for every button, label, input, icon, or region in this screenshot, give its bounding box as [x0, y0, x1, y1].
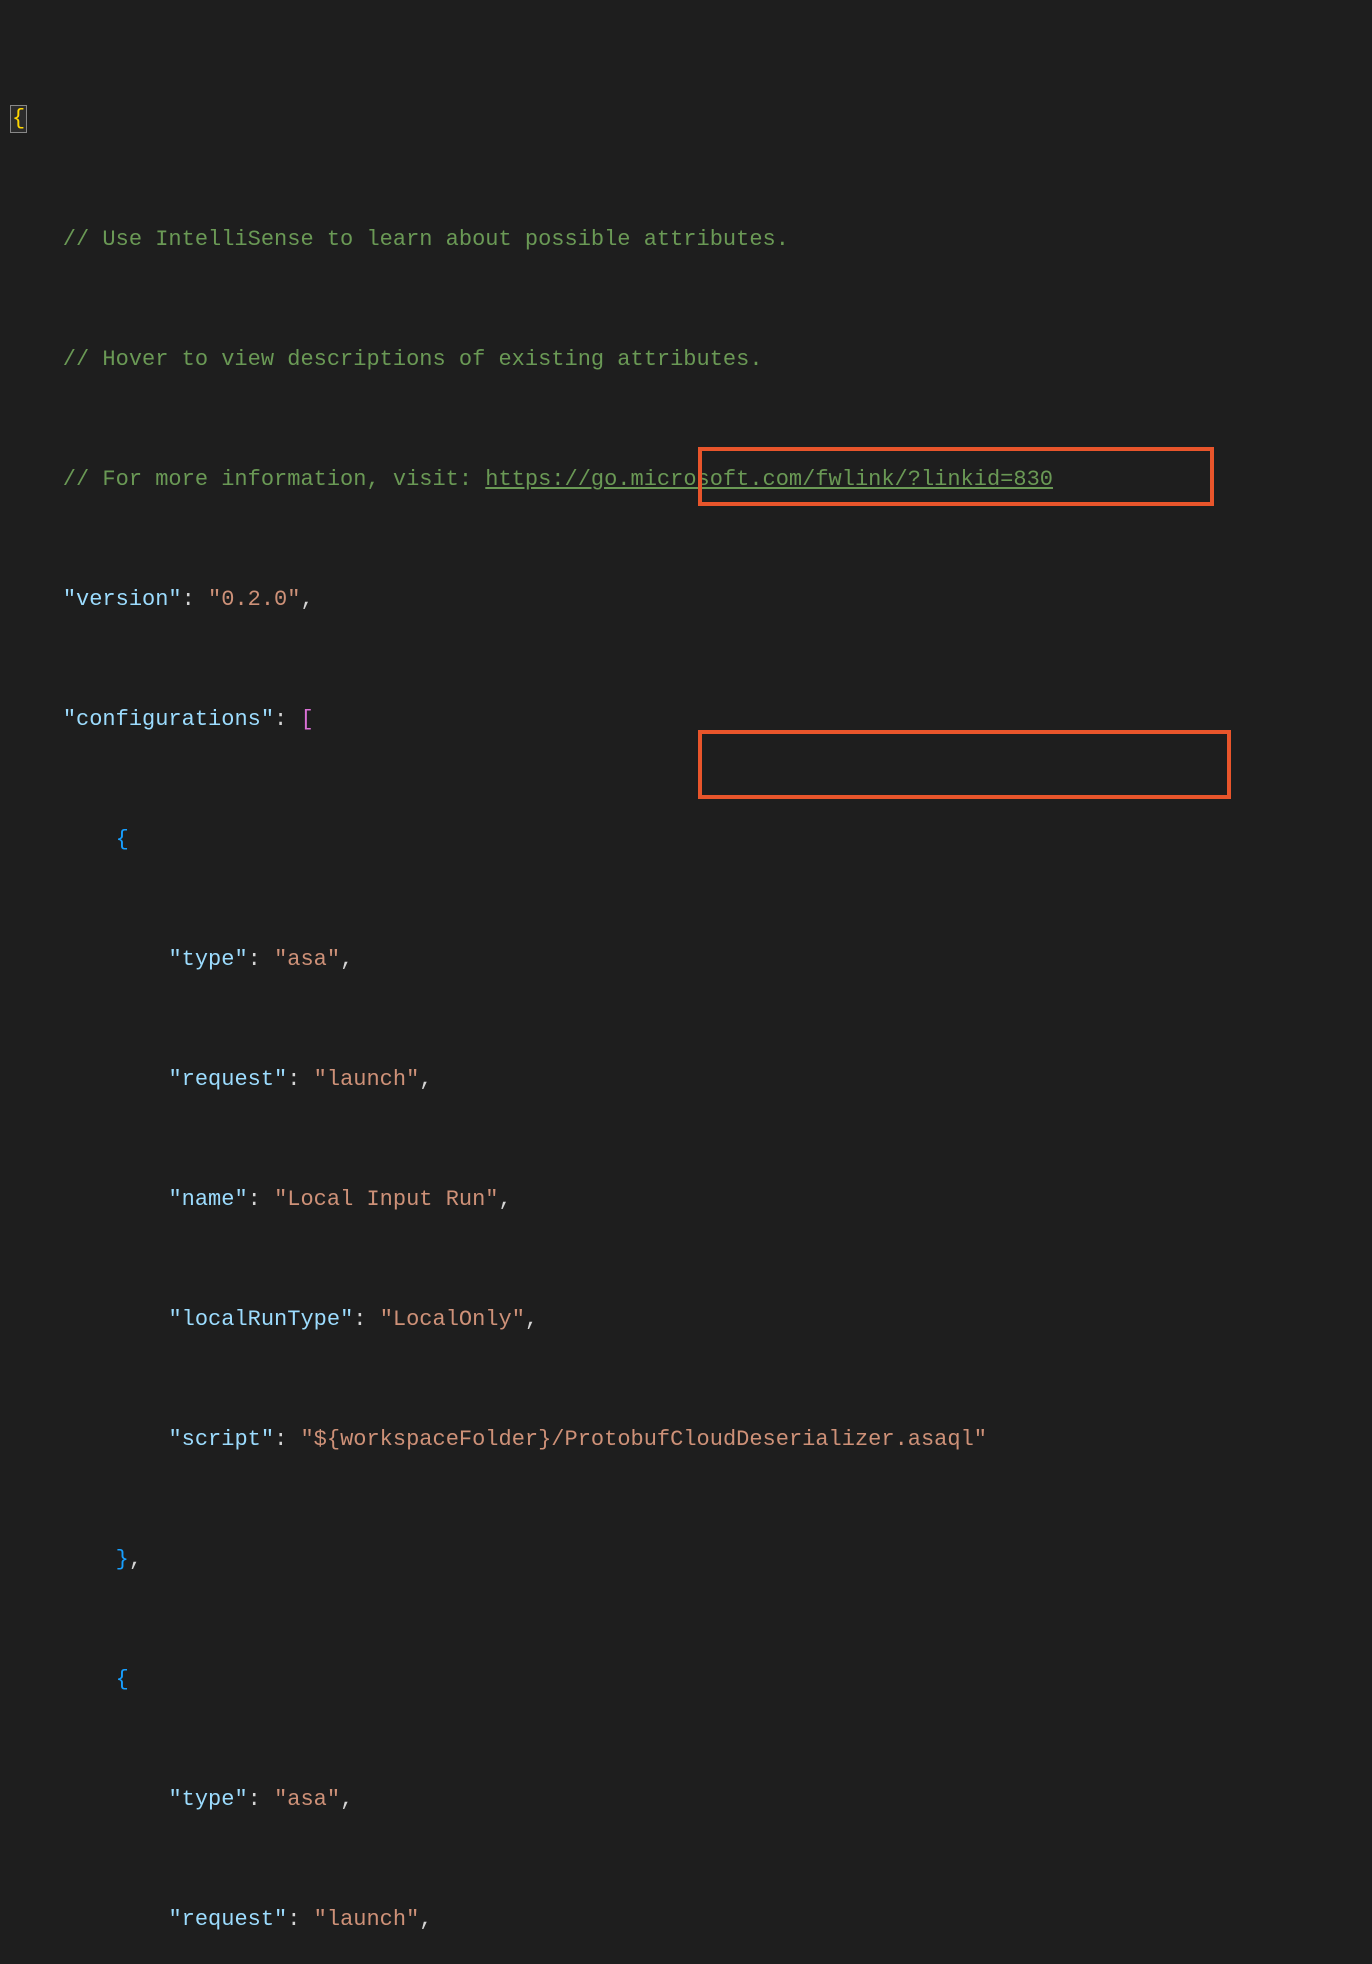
- brace-icon: }: [116, 1547, 129, 1572]
- json-value: "asa": [274, 1787, 340, 1812]
- json-key: "script": [168, 1427, 274, 1452]
- brace-icon: {: [116, 1667, 129, 1692]
- json-value: "0.2.0": [208, 587, 300, 612]
- json-value: "launch": [314, 1907, 420, 1932]
- json-key: "request": [168, 1907, 287, 1932]
- json-key: "name": [168, 1187, 247, 1212]
- code-line: "configurations": [: [10, 700, 1372, 740]
- comment-text: // Hover to view descriptions of existin…: [10, 347, 763, 372]
- code-line: "request": "launch",: [10, 1900, 1372, 1940]
- json-key: "type": [168, 947, 247, 972]
- json-value: "LocalOnly": [380, 1307, 525, 1332]
- json-key: "type": [168, 1787, 247, 1812]
- code-line: },: [10, 1540, 1372, 1580]
- comment-text: // For more information, visit:: [10, 467, 485, 492]
- json-value: "asa": [274, 947, 340, 972]
- code-line: "type": "asa",: [10, 940, 1372, 980]
- json-value: "${workspaceFolder}/ProtobufCloudDeseria…: [300, 1427, 987, 1452]
- brace-match-marker: {: [10, 105, 27, 133]
- json-value: "Local Input Run": [274, 1187, 498, 1212]
- comment-link[interactable]: https://go.microsoft.com/fwlink/?linkid=…: [485, 467, 1053, 492]
- annotation-highlight-box: [698, 730, 1231, 799]
- code-line: // For more information, visit: https://…: [10, 460, 1372, 500]
- code-line: {: [10, 820, 1372, 860]
- brace-icon: {: [116, 827, 129, 852]
- code-line: "script": "${workspaceFolder}/ProtobufCl…: [10, 1420, 1372, 1460]
- code-line: "version": "0.2.0",: [10, 580, 1372, 620]
- code-line: // Hover to view descriptions of existin…: [10, 340, 1372, 380]
- code-line: "name": "Local Input Run",: [10, 1180, 1372, 1220]
- json-key: "request": [168, 1067, 287, 1092]
- code-line: "localRunType": "LocalOnly",: [10, 1300, 1372, 1340]
- code-line: "request": "launch",: [10, 1060, 1372, 1100]
- comment-text: // Use IntelliSense to learn about possi…: [10, 227, 789, 252]
- code-line: // Use IntelliSense to learn about possi…: [10, 220, 1372, 260]
- json-key: "localRunType": [168, 1307, 353, 1332]
- json-key: "version": [63, 587, 182, 612]
- bracket-icon: [: [300, 707, 313, 732]
- code-line: {: [10, 100, 1372, 140]
- code-line: {: [10, 1660, 1372, 1700]
- code-editor[interactable]: { // Use IntelliSense to learn about pos…: [0, 0, 1372, 1964]
- json-value: "launch": [314, 1067, 420, 1092]
- code-line: "type": "asa",: [10, 1780, 1372, 1820]
- json-key: "configurations": [63, 707, 274, 732]
